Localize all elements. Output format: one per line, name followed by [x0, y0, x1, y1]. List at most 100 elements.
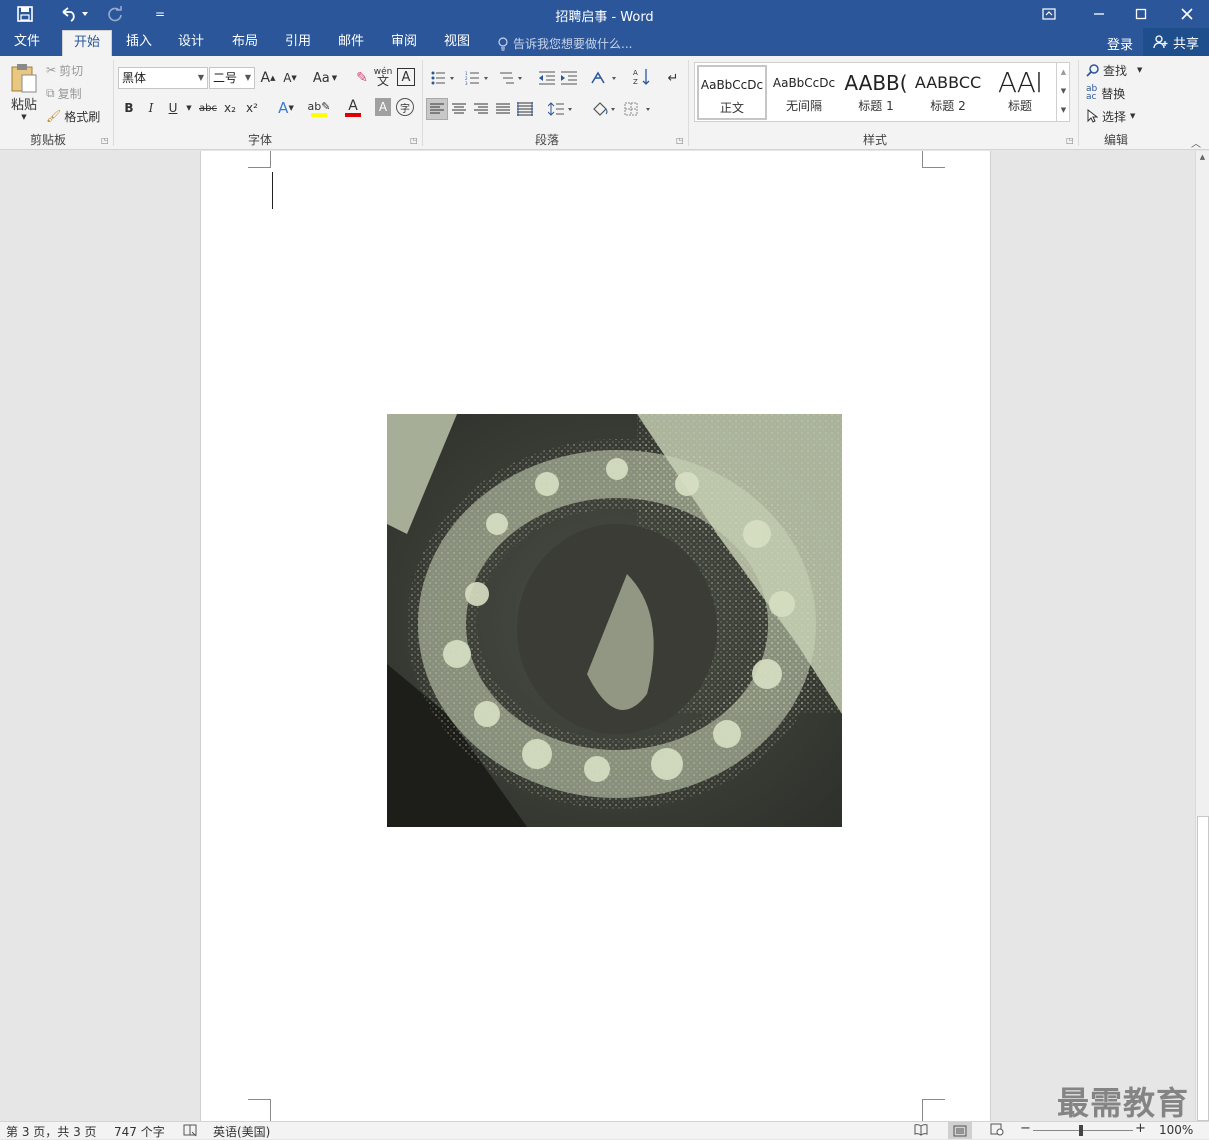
clear-format-icon[interactable]: ✎ — [353, 68, 371, 88]
zoom-out-button[interactable]: − — [1020, 1121, 1031, 1136]
change-case-button[interactable]: Aa ▼ — [310, 68, 340, 88]
scroll-thumb[interactable] — [1197, 816, 1209, 1121]
align-center-icon[interactable] — [449, 98, 469, 120]
paragraph-launcher-icon[interactable]: ◳ — [676, 136, 684, 145]
styles-group-label: 样式 — [862, 133, 887, 147]
underline-button[interactable]: U — [164, 98, 182, 118]
bullets-button[interactable] — [428, 68, 458, 88]
tab-insert[interactable]: 插入 — [116, 30, 162, 56]
paste-icon — [11, 63, 37, 92]
collapse-ribbon-icon[interactable]: ︿ — [1191, 135, 1201, 150]
decrease-indent-icon[interactable] — [537, 68, 557, 88]
shrink-font-icon[interactable]: A ▼ — [282, 68, 298, 88]
font-color-button[interactable]: A — [339, 96, 367, 120]
tab-file[interactable]: 文件 — [4, 30, 50, 56]
style-heading-2[interactable]: AABBCC 标题 2 — [913, 65, 983, 120]
font-launcher-icon[interactable]: ◳ — [410, 136, 418, 145]
align-right-icon[interactable] — [471, 98, 491, 120]
italic-button[interactable]: I — [142, 98, 160, 118]
replace-button[interactable]: ab ac 替换 — [1086, 84, 1125, 102]
multilevel-list-button[interactable] — [496, 68, 526, 88]
underline-dropdown-icon[interactable]: ▼ — [184, 98, 194, 118]
pinyin-guide-icon[interactable]: wén 文 — [374, 66, 393, 88]
font-name-combo[interactable]: 黑体 ▼ — [118, 67, 208, 89]
character-border-icon[interactable]: A — [397, 68, 415, 86]
page-count[interactable]: 第 3 页，共 3 页 — [6, 1123, 97, 1140]
numbering-button[interactable]: 123 — [462, 68, 492, 88]
cut-button[interactable]: ✂ 剪切 — [46, 61, 83, 79]
divider — [113, 60, 114, 146]
more-styles-icon[interactable]: ▼ — [1057, 101, 1070, 120]
style-heading-1[interactable]: AABB(标题 1 — [841, 65, 911, 120]
sort-icon[interactable]: AZ — [632, 66, 652, 88]
tab-design[interactable]: 设计 — [168, 30, 214, 56]
select-label: 选择 — [1102, 109, 1127, 124]
format-painter-button[interactable]: 🖌 格式刷 — [46, 107, 100, 125]
scroll-down-icon[interactable]: ▼ — [1057, 82, 1070, 101]
superscript-button[interactable]: x² — [243, 98, 261, 118]
scroll-up-icon[interactable]: ▲ — [1057, 63, 1070, 82]
distributed-icon[interactable] — [515, 98, 535, 120]
styles-launcher-icon[interactable]: ◳ — [1066, 136, 1074, 145]
show-marks-icon[interactable]: ↵ — [664, 68, 682, 88]
tell-me-search[interactable]: 告诉我您想要做什么... — [497, 35, 632, 52]
clipboard-launcher-icon[interactable]: ◳ — [101, 136, 109, 145]
proofing-icon[interactable] — [183, 1123, 197, 1140]
style-normal[interactable]: AaBbCcDc 正文 — [697, 65, 767, 120]
close-button[interactable] — [1164, 0, 1209, 28]
style-title[interactable]: AAI 标题 — [985, 65, 1055, 120]
share-button[interactable]: 共享 — [1143, 28, 1209, 56]
login-link[interactable]: 登录 — [1107, 34, 1133, 53]
text-effects-icon[interactable]: A ▼ — [272, 98, 300, 118]
paint-bucket-icon — [593, 102, 615, 116]
word-count[interactable]: 747 个字 — [114, 1123, 165, 1140]
style-no-spacing[interactable]: AaBbCcDc 无间隔 — [769, 65, 839, 120]
paste-button[interactable]: 粘贴 ▼ — [6, 60, 42, 122]
line-spacing-button[interactable] — [546, 98, 576, 120]
bold-button[interactable]: B — [120, 98, 138, 118]
font-size-combo[interactable]: 二号 ▼ — [209, 67, 255, 89]
zoom-slider-thumb[interactable] — [1079, 1125, 1083, 1136]
zoom-slider-track[interactable] — [1033, 1130, 1133, 1131]
align-left-icon[interactable] — [426, 98, 448, 120]
increase-indent-icon[interactable] — [559, 68, 579, 88]
justify-icon[interactable] — [493, 98, 513, 120]
maximize-button[interactable] — [1118, 0, 1164, 28]
read-mode-icon[interactable] — [914, 1123, 928, 1139]
tab-review[interactable]: 审阅 — [381, 30, 427, 56]
ribbon-tabs: 文件 开始 插入 设计 布局 引用 邮件 审阅 视图 告诉我您想要做什么... … — [0, 28, 1209, 56]
highlight-button[interactable]: ab✎ — [305, 96, 333, 120]
find-button[interactable]: 查找 ▼ — [1086, 61, 1142, 79]
select-button[interactable]: 选择 ▼ — [1086, 107, 1135, 125]
vertical-scrollbar[interactable]: ▲ — [1195, 151, 1209, 1121]
enclose-characters-icon[interactable]: 字 — [396, 98, 414, 116]
character-shading-icon[interactable]: A — [375, 98, 391, 116]
print-layout-icon[interactable] — [948, 1122, 972, 1139]
grow-font-icon[interactable]: A ▲ — [260, 68, 276, 88]
tab-view[interactable]: 视图 — [434, 30, 480, 56]
ribbon-display-button[interactable] — [1026, 0, 1072, 28]
copy-button[interactable]: ⧉ 复制 — [46, 84, 82, 102]
subscript-button[interactable]: x₂ — [221, 98, 239, 118]
strikethrough-button[interactable]: abc — [197, 98, 219, 118]
tab-layout[interactable]: 布局 — [222, 30, 268, 56]
inserted-image[interactable] — [387, 414, 842, 827]
zoom-in-button[interactable]: + — [1135, 1121, 1146, 1136]
zoom-level[interactable]: 100% — [1159, 1123, 1193, 1137]
scroll-up-arrow-icon[interactable]: ▲ — [1196, 153, 1209, 161]
tab-references[interactable]: 引用 — [275, 30, 321, 56]
web-layout-icon[interactable] — [990, 1123, 1004, 1139]
borders-button[interactable] — [622, 98, 654, 120]
tab-mailings[interactable]: 邮件 — [328, 30, 374, 56]
tab-home[interactable]: 开始 — [62, 30, 112, 56]
highlight-color-bar — [311, 112, 327, 117]
minimize-button[interactable] — [1076, 0, 1122, 28]
document-page[interactable] — [200, 151, 991, 1121]
paste-label: 粘贴 — [10, 97, 37, 113]
maximize-icon — [1135, 8, 1147, 20]
language-indicator[interactable]: 英语(美国) — [213, 1123, 270, 1140]
style-name: 正文 — [719, 101, 744, 115]
shading-button[interactable] — [589, 98, 619, 120]
style-preview: AABBCC — [914, 73, 982, 92]
chinese-layout-button[interactable] — [589, 68, 619, 88]
